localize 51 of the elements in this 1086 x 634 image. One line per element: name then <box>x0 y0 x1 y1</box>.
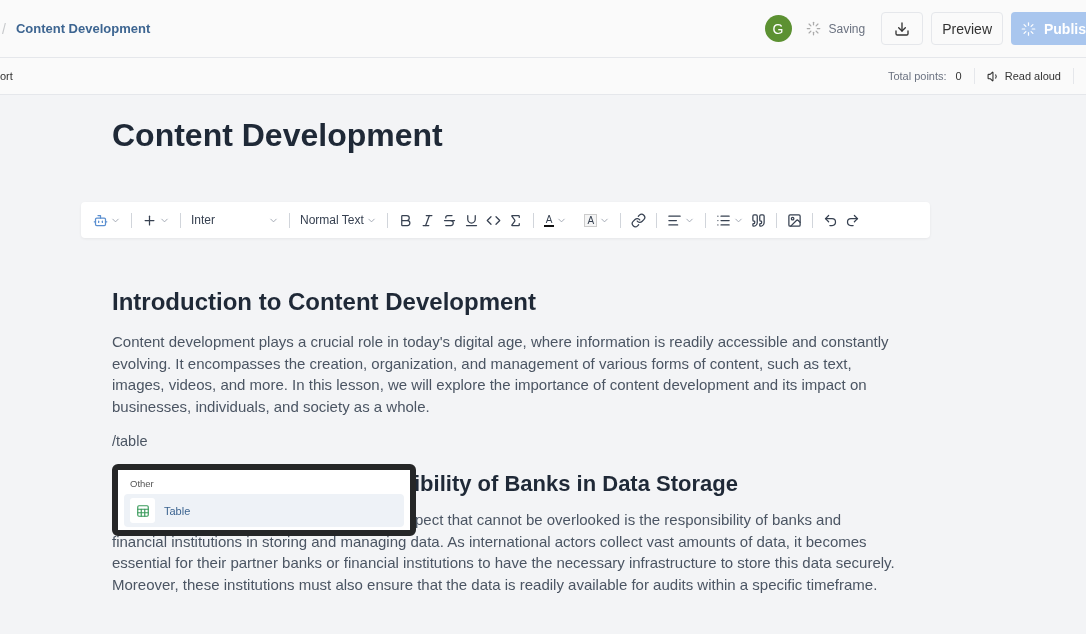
saving-status: Saving <box>828 21 866 36</box>
breadcrumb-link[interactable]: Content Development <box>15 21 151 36</box>
page-title: Content Development <box>112 117 444 154</box>
undo-button[interactable] <box>823 212 839 228</box>
quote-button[interactable] <box>751 212 767 228</box>
image-button[interactable] <box>787 212 803 228</box>
underline-icon <box>463 212 479 228</box>
ai-assistant-dropdown[interactable] <box>93 212 121 228</box>
menu-group-label: Other <box>130 478 155 489</box>
font-dropdown[interactable]: Inter <box>191 213 279 227</box>
points-value: 0 <box>955 70 962 82</box>
paragraph: financial institutions in storing and managing data. As international actors collect vast amounts of data, it becomes essential for their partner banks or financial institutions to have the necessary infrastructure to store this data securely. Moreover, these institutions must also ensure that the data is readily available for audits within a specific timeframe. <box>112 531 896 595</box>
download-button[interactable] <box>881 12 924 45</box>
section-heading: Introduction to Content Development <box>112 288 537 316</box>
text-color-dropdown[interactable]: A <box>543 213 568 227</box>
list-dropdown[interactable] <box>716 212 745 228</box>
plus-icon <box>142 212 157 228</box>
toolbar-label: ort <box>0 70 13 82</box>
table-icon <box>135 503 150 518</box>
menu-item[interactable]: Table <box>124 494 404 527</box>
download-icon <box>894 20 911 37</box>
quote-icon <box>751 212 767 228</box>
preview-button[interactable]: Preview <box>931 12 1003 45</box>
italic-button[interactable] <box>419 212 435 228</box>
slash-command-text: /table <box>112 432 149 449</box>
paragraph: Content development plays a crucial role in today's digital age, where information is readily accessible and constantly evolving. It encompasses the creation, organization, and management of various forms of content, such as text, images, videos, and more. In this lesson, we will explore the importance of content development and its impact on businesses, individuals, and society as a whole. <box>112 332 890 418</box>
italic-icon <box>419 212 435 228</box>
undo-icon <box>823 212 839 228</box>
robot-icon <box>93 212 108 228</box>
strikethrough-button[interactable] <box>441 212 457 228</box>
insert-dropdown[interactable] <box>142 212 170 228</box>
redo-button[interactable] <box>845 212 861 228</box>
image-icon <box>787 212 803 228</box>
strikethrough-icon <box>441 212 457 228</box>
underline-button[interactable] <box>463 212 479 228</box>
text-style-dropdown[interactable]: Normal Text <box>300 213 377 227</box>
user-avatar[interactable]: G <box>764 15 792 42</box>
link-icon <box>631 212 647 228</box>
link-button[interactable] <box>631 212 647 228</box>
spinner-icon <box>1021 19 1036 38</box>
section-heading: ibility of Banks in Data Storage <box>414 470 738 497</box>
align-icon <box>667 212 683 228</box>
paragraph-line: pect that cannot be overlooked is the responsibility of banks and <box>415 509 842 530</box>
redo-icon <box>845 212 861 228</box>
spinner-icon <box>805 21 821 36</box>
points-label: Total points: <box>887 70 947 82</box>
breadcrumb-separator: / <box>2 20 6 37</box>
align-dropdown[interactable] <box>667 212 696 228</box>
read-aloud-button[interactable]: Read aloud <box>986 69 1061 83</box>
speaker-icon <box>986 69 1000 83</box>
list-icon <box>716 212 732 228</box>
